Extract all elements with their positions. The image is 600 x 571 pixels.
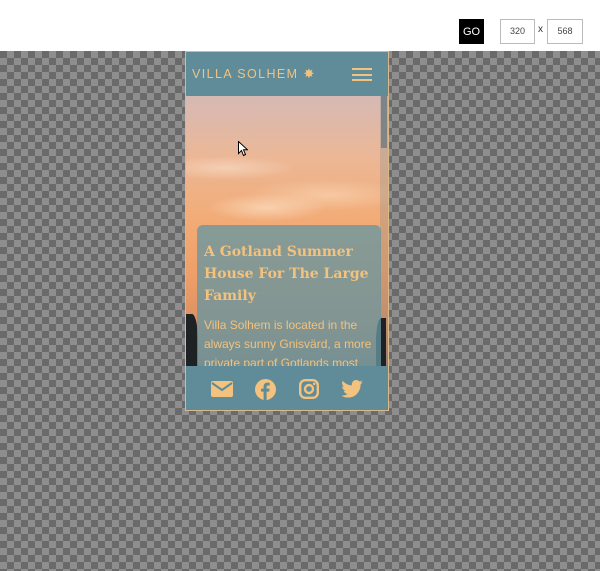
site-header: VILLA SOLHEM ✸	[186, 52, 388, 96]
height-input[interactable]: 568	[547, 19, 583, 44]
site-logo[interactable]: VILLA SOLHEM	[192, 67, 298, 81]
scrollbar-thumb[interactable]	[381, 96, 387, 148]
hamburger-menu-icon[interactable]	[352, 68, 372, 81]
width-input[interactable]: 320	[500, 19, 535, 44]
instagram-icon[interactable]	[298, 379, 319, 399]
facebook-icon[interactable]	[255, 378, 277, 400]
mouse-cursor	[238, 141, 248, 157]
hero-card: A Gotland Summer House For The Large Fam…	[197, 225, 381, 385]
mail-icon[interactable]	[211, 381, 234, 397]
mobile-preview-frame: VILLA SOLHEM ✸ A Gotland Summer House Fo…	[185, 51, 389, 411]
go-button[interactable]: GO	[459, 19, 484, 44]
sun-icon: ✸	[303, 66, 315, 82]
social-footer	[186, 366, 388, 410]
preview-toolbar: GO 320 x 568	[0, 0, 600, 51]
hero-title: A Gotland Summer House For The Large Fam…	[204, 244, 369, 304]
hero-description: Villa Solhem is located in the always su…	[204, 318, 372, 370]
dimension-separator: x	[538, 24, 543, 35]
twitter-icon[interactable]	[341, 380, 363, 398]
